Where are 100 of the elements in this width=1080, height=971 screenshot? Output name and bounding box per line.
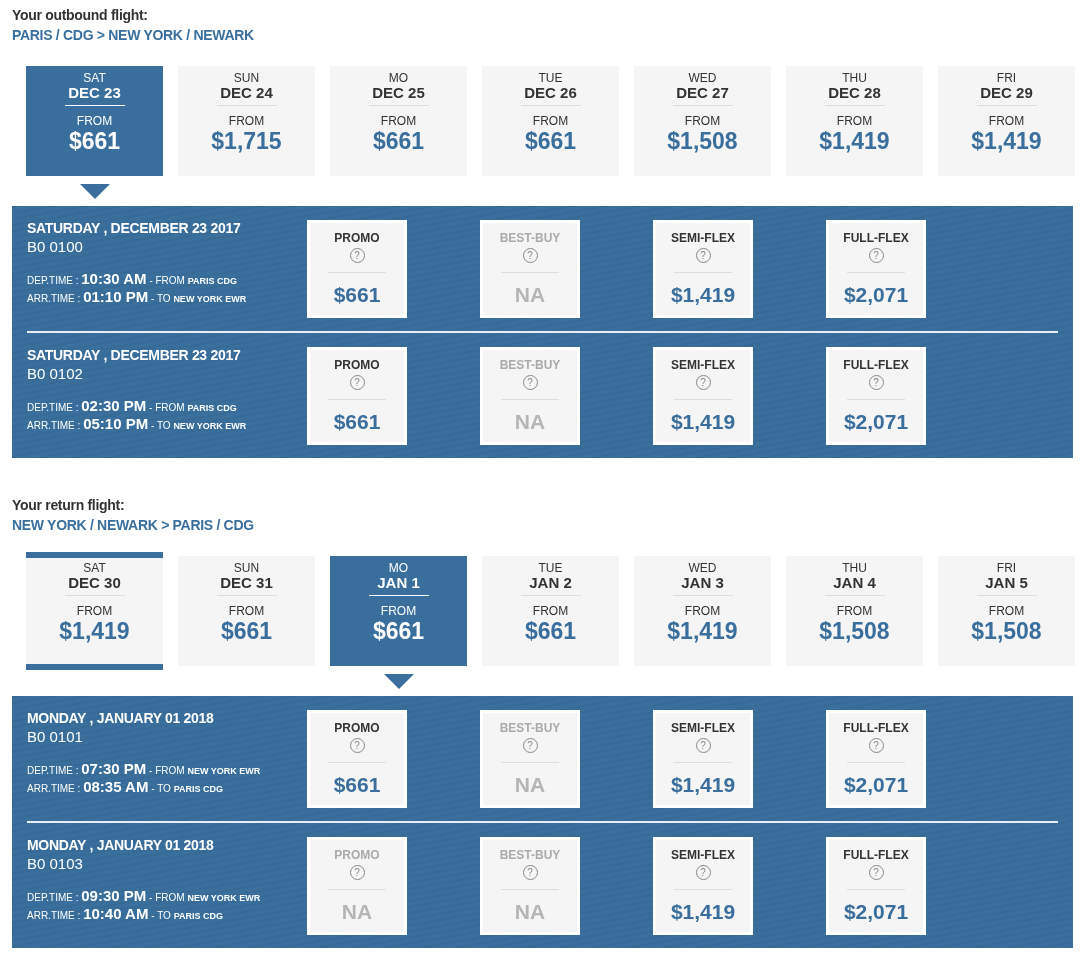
fare-name: PROMO	[334, 848, 380, 862]
fare-price: $661	[333, 773, 381, 797]
from-label: FROM	[684, 115, 721, 128]
fare-price: $2,071	[843, 410, 909, 434]
date: DEC 28	[828, 84, 881, 101]
arrival-time: ARR.TIME : 05:10 PM - TO NEW YORK EWR	[27, 416, 248, 434]
date: JAN 3	[681, 574, 724, 591]
date: JAN 4	[833, 574, 876, 591]
departure-time: DEP.TIME : 07:30 PM - FROM NEW YORK EWR	[27, 761, 262, 779]
flight-number: B0 0100	[27, 237, 84, 257]
route: NEW YORK / NEWARK > PARIS / CDG	[12, 516, 255, 535]
date-tab[interactable]: SAT DEC 30 FROM $1,419	[26, 552, 163, 670]
fare-name: SEMI-FLEX	[671, 721, 735, 735]
weekday: WED	[688, 72, 717, 84]
fare-name: PROMO	[334, 721, 380, 735]
fare-option[interactable]: SEMI-FLEX ? $1,419	[653, 710, 753, 808]
from-label: FROM	[380, 115, 417, 128]
fare-option[interactable]: SEMI-FLEX ? $1,419	[653, 837, 753, 935]
weekday: TUE	[538, 72, 563, 84]
fare-price: $2,071	[843, 283, 909, 307]
fare-name: PROMO	[334, 358, 380, 372]
from-label: FROM	[836, 115, 873, 128]
date-tab[interactable]: WED JAN 3 FROM $1,419	[634, 556, 771, 666]
date: DEC 30	[68, 574, 121, 591]
date: JAN 1	[377, 574, 420, 591]
from-label: FROM	[532, 605, 569, 618]
fare-price: NA	[514, 900, 546, 924]
fare-name: SEMI-FLEX	[671, 231, 735, 245]
fare-option[interactable]: PROMO ? $661	[307, 220, 407, 318]
fare-option[interactable]: PROMO ? $661	[307, 710, 407, 808]
fare-price: NA	[341, 900, 373, 924]
price: $1,508	[667, 128, 738, 154]
date-tab[interactable]: TUE DEC 26 FROM $661	[482, 66, 619, 176]
date-tab[interactable]: FRI JAN 5 FROM $1,508	[938, 556, 1075, 666]
price: $1,715	[211, 128, 282, 154]
fare-option[interactable]: FULL-FLEX ? $2,071	[826, 347, 926, 445]
weekday: FRI	[996, 72, 1017, 84]
weekday: FRI	[996, 562, 1017, 574]
fare-name: SEMI-FLEX	[671, 848, 735, 862]
weekday: WED	[688, 562, 717, 574]
weekday: MO	[388, 562, 409, 574]
date: DEC 23	[68, 84, 121, 101]
fare-option[interactable]: FULL-FLEX ? $2,071	[826, 220, 926, 318]
date-tab[interactable]: SUN DEC 24 FROM $1,715	[178, 66, 315, 176]
from-label: FROM	[228, 605, 265, 618]
flight-number: B0 0101	[27, 727, 84, 747]
fare-option[interactable]: FULL-FLEX ? $2,071	[826, 710, 926, 808]
from-label: FROM	[380, 605, 417, 618]
fare-option[interactable]: FULL-FLEX ? $2,071	[826, 837, 926, 935]
departure-time: DEP.TIME : 10:30 AM - FROM PARIS CDG	[27, 271, 239, 289]
flight-date: SATURDAY , DECEMBER 23 2017	[27, 220, 242, 237]
date-tab[interactable]: SAT DEC 23 FROM $661	[26, 66, 163, 176]
fare-name: SEMI-FLEX	[671, 358, 735, 372]
fare-name: BEST-BUY	[499, 358, 561, 372]
route: PARIS / CDG > NEW YORK / NEWARK	[12, 26, 255, 45]
date-tab[interactable]: THU DEC 28 FROM $1,419	[786, 66, 923, 176]
price: $661	[220, 618, 273, 644]
fare-name: FULL-FLEX	[843, 231, 909, 245]
fare-price: $661	[333, 410, 381, 434]
date: DEC 25	[372, 84, 425, 101]
arrival-time: ARR.TIME : 01:10 PM - TO NEW YORK EWR	[27, 289, 248, 307]
date: JAN 2	[529, 574, 572, 591]
fare-name: PROMO	[334, 231, 380, 245]
fare-name: BEST-BUY	[499, 848, 561, 862]
date-tab[interactable]: WED DEC 27 FROM $1,508	[634, 66, 771, 176]
weekday: SUN	[233, 562, 260, 574]
weekday: SUN	[233, 72, 260, 84]
fare-name: BEST-BUY	[499, 231, 561, 245]
weekday: SAT	[83, 72, 106, 84]
from-label: FROM	[76, 115, 113, 128]
date-tab[interactable]: MO DEC 25 FROM $661	[330, 66, 467, 176]
price: $661	[524, 128, 577, 154]
date-tab[interactable]: FRI DEC 29 FROM $1,419	[938, 66, 1075, 176]
price: $1,419	[819, 128, 890, 154]
fare-name: BEST-BUY	[499, 721, 561, 735]
flight-date: MONDAY , JANUARY 01 2018	[27, 710, 215, 727]
fare-price: NA	[514, 283, 546, 307]
date-tab[interactable]: MO JAN 1 FROM $661	[330, 556, 467, 666]
fare-option[interactable]: SEMI-FLEX ? $1,419	[653, 347, 753, 445]
flight-number: B0 0102	[27, 364, 84, 384]
pointer-icon	[79, 184, 110, 199]
date-tab[interactable]: THU JAN 4 FROM $1,508	[786, 556, 923, 666]
pointer-icon	[383, 674, 414, 689]
flight-date: SATURDAY , DECEMBER 23 2017	[27, 347, 242, 364]
price: $1,508	[819, 618, 890, 644]
date-tab[interactable]: SUN DEC 31 FROM $661	[178, 556, 315, 666]
weekday: SAT	[83, 562, 106, 574]
date-tab[interactable]: TUE JAN 2 FROM $661	[482, 556, 619, 666]
price: $1,419	[667, 618, 738, 644]
section-title: Your return flight:	[12, 496, 126, 514]
departure-time: DEP.TIME : 09:30 PM - FROM NEW YORK EWR	[27, 888, 262, 906]
fare-price: NA	[514, 410, 546, 434]
fare-option[interactable]: PROMO ? $661	[307, 347, 407, 445]
from-label: FROM	[76, 605, 113, 618]
fare-price: $1,419	[670, 900, 736, 924]
weekday: THU	[842, 562, 867, 574]
fare-name: FULL-FLEX	[843, 848, 909, 862]
price: $661	[372, 128, 425, 154]
fare-option[interactable]: SEMI-FLEX ? $1,419	[653, 220, 753, 318]
fare-price: $1,419	[670, 283, 736, 307]
